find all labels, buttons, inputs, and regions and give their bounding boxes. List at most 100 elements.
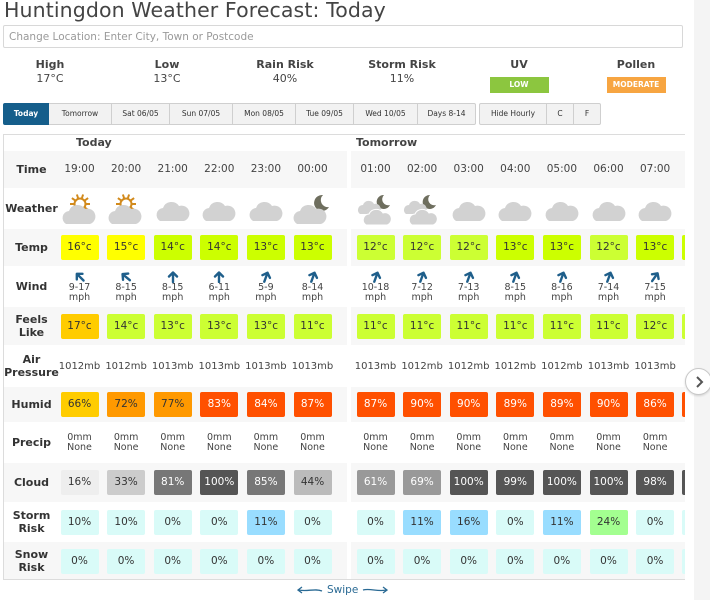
- wind-cell: 7-12 mph: [399, 267, 446, 306]
- wind-speed: 9-17: [68, 281, 91, 293]
- tab-tomorrow[interactable]: Tomorrow: [49, 103, 112, 125]
- pressure-cell: 1012mb: [399, 346, 446, 386]
- scroll-right-button[interactable]: [685, 368, 710, 395]
- tab-tue[interactable]: Tue 09/05: [296, 103, 354, 125]
- cloud-cover-value: 33%: [107, 470, 146, 495]
- precip-type: None: [549, 441, 575, 453]
- time-cell: 02:00: [399, 151, 446, 188]
- row-label-wind: Wind: [15, 280, 48, 293]
- summary-pollen: Pollen MODERATE: [581, 58, 691, 93]
- humidity-value: 66%: [60, 392, 99, 417]
- wind-direction-arrow-icon: [463, 271, 474, 283]
- storm-risk-value: 0%: [153, 509, 192, 535]
- wind-speed: 8-15: [115, 281, 137, 293]
- row-precip: Precip 0mm None 0mm None 0mm None 0mm None 0mm Non…: [4, 423, 685, 462]
- moon-clouds-icon: [404, 194, 438, 225]
- row-storm: Storm Risk 10% 10% 0% 0% 11% 0% 0% 11% 16% 0% 11% 24…: [4, 503, 685, 541]
- pressure-cell: 1012mb: [445, 346, 492, 386]
- temperature-value: 12°c: [403, 235, 442, 260]
- precip-cell: 0mm None: [445, 423, 492, 462]
- wind-unit: mph: [364, 291, 387, 303]
- page-title: Huntingdon Weather Forecast: Today: [4, 0, 386, 22]
- pressure-value: 1013mb: [198, 360, 241, 372]
- time-cell: 06:00: [585, 151, 632, 188]
- snow-risk-value: 0%: [589, 548, 628, 574]
- temp-cell: 15°c: [103, 229, 150, 266]
- precip-cell: 0mm None: [289, 423, 336, 462]
- storm-cell: 0%: [196, 503, 243, 541]
- humidity-value: 87%: [293, 392, 332, 417]
- sun-cloud-icon: [108, 193, 142, 224]
- wind-cell: 8-15 mph: [149, 267, 196, 306]
- wind-unit: mph: [411, 291, 433, 303]
- wind-speed: 8-14: [301, 281, 324, 293]
- weather-cell: [289, 189, 336, 228]
- weather-cell: [445, 189, 492, 228]
- time-cell: 07:00: [632, 151, 679, 188]
- row-label-snow: Snow Risk: [14, 548, 49, 574]
- feels-cell: 11°c: [445, 307, 492, 345]
- wind-unit: mph: [301, 291, 324, 303]
- time-cell: 19:00: [56, 151, 103, 188]
- tab-today[interactable]: Today: [3, 103, 49, 125]
- summary-value: 13°C: [153, 72, 181, 85]
- precip-cell: 0mm None: [196, 423, 243, 462]
- cloud-icon: [592, 201, 625, 221]
- hour-label: 20:00: [110, 163, 142, 175]
- celsius-button[interactable]: C: [547, 103, 574, 125]
- storm-risk-value: 10%: [107, 509, 146, 535]
- pollen-badge: MODERATE: [606, 77, 666, 93]
- cloud-cover-value: 61%: [356, 470, 395, 495]
- tab-sat[interactable]: Sat 06/05: [112, 103, 170, 125]
- precip-type: None: [456, 441, 482, 453]
- row-label-feels: Feels Like: [15, 313, 48, 339]
- precip-type: None: [113, 441, 139, 453]
- wind-direction-arrow-icon: [417, 271, 428, 283]
- tab-mon[interactable]: Mon 08/05: [233, 103, 296, 125]
- storm-cell: 0%: [632, 503, 679, 541]
- precip-amount: 0mm: [409, 431, 435, 443]
- cloud-cover-value: 85%: [246, 470, 285, 495]
- hour-label: 19:00: [64, 163, 95, 175]
- fahrenheit-button[interactable]: F: [574, 103, 601, 125]
- feels-like-value: 11°c: [542, 313, 581, 339]
- snow-risk-value: 0%: [246, 548, 285, 574]
- feels-cell: 11°c: [538, 307, 585, 345]
- storm-cell: 0%: [352, 503, 399, 541]
- hourly-forecast-table[interactable]: Today Tomorrow Time 19:00 20:00 21:00 22:00 2…: [3, 134, 685, 580]
- wind-cell: 8-15 mph: [492, 267, 539, 306]
- tab-wed[interactable]: Wed 10/05: [354, 103, 418, 125]
- precip-amount: 0mm: [642, 431, 668, 443]
- hide-hourly-button[interactable]: Hide Hourly: [479, 103, 547, 125]
- row-label-weather: Weather: [5, 202, 58, 215]
- precip-amount: 0mm: [253, 431, 279, 443]
- snow-cell: 0%: [196, 542, 243, 579]
- storm-cell: 16%: [445, 503, 492, 541]
- storm-risk-value: 16%: [449, 509, 488, 535]
- location-search-input[interactable]: [3, 25, 683, 48]
- row-feels: Feels Like 17°c 14°c 13°c 13°c 13°c 11°c 11°c 11…: [4, 307, 685, 345]
- precip-amount: 0mm: [67, 431, 92, 443]
- precip-amount: 0mm: [113, 431, 139, 443]
- temperature-value: 13°c: [293, 235, 332, 260]
- feels-like-value: 13°c: [246, 313, 285, 339]
- humidity-value: 90%: [449, 392, 488, 417]
- precip-cell: 0mm None: [352, 423, 399, 462]
- time-cell: 01:00: [352, 151, 399, 188]
- time-cell: 04:00: [492, 151, 539, 188]
- snow-risk-value: 0%: [293, 548, 332, 574]
- summary-label: Rain Risk: [256, 58, 314, 71]
- partial-cell: [682, 548, 685, 574]
- hour-label: 03:00: [453, 163, 484, 175]
- humid-cell: 89%: [492, 387, 539, 422]
- weather-cell: [585, 189, 632, 228]
- wind-direction-arrow-icon: [261, 271, 272, 283]
- wind-direction-arrow-icon: [370, 271, 381, 283]
- temperature-value: 13°c: [246, 235, 285, 260]
- cloud-cover-value: 100%: [449, 470, 488, 495]
- snow-cell: 0%: [445, 542, 492, 579]
- tab-sun[interactable]: Sun 07/05: [170, 103, 233, 125]
- tab-days-8-14[interactable]: Days 8-14: [418, 103, 476, 125]
- summary-rain-risk: Rain Risk 40%: [230, 58, 340, 86]
- storm-cell: 0%: [289, 503, 336, 541]
